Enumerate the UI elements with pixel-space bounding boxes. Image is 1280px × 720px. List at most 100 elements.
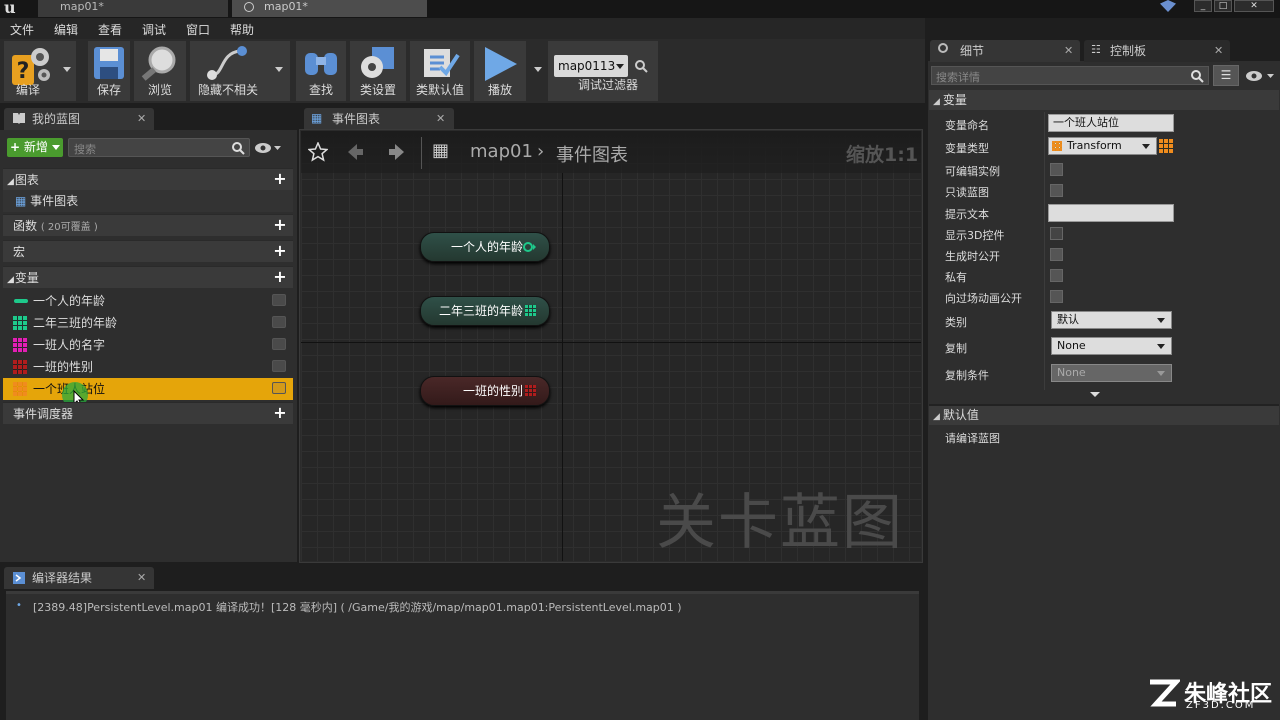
menu-bar — [0, 18, 925, 39]
add-variable-icon[interactable]: + — [273, 269, 287, 285]
menu-file[interactable]: 文件 — [10, 21, 34, 38]
variable-row[interactable]: 二年三班的年龄 — [3, 312, 293, 334]
play-button[interactable]: 播放 — [474, 41, 526, 101]
container-type-icon[interactable] — [1159, 139, 1173, 153]
forward-arrow-icon[interactable] — [387, 142, 407, 162]
chevron-down-icon — [616, 64, 624, 69]
visibility-eye-icon[interactable] — [272, 382, 286, 394]
add-macro-icon[interactable]: + — [273, 243, 287, 259]
save-button[interactable]: 保存 — [88, 41, 130, 101]
breadcrumb-root[interactable]: map01 — [470, 141, 533, 162]
close-tab-icon[interactable]: ✕ — [436, 112, 445, 125]
close-tab-icon[interactable]: ✕ — [137, 112, 146, 125]
section-functions[interactable]: 函数 ( 20可覆盖 ) — [3, 214, 293, 236]
document-tab-2[interactable]: map01* — [232, 0, 427, 17]
readonly-checkbox[interactable] — [1050, 184, 1063, 197]
logo-subtext: ZF3D.COM — [1186, 700, 1256, 711]
variable-node-label: 一班的性别 — [462, 384, 523, 398]
section-variable-header[interactable]: ◢ 变量 — [929, 90, 1279, 110]
book-icon — [13, 113, 25, 124]
graph-axis-horizontal — [301, 342, 921, 343]
section-macros[interactable]: 宏 — [3, 240, 293, 262]
section-default-header[interactable]: ◢ 默认值 — [929, 404, 1279, 425]
debug-object-select[interactable]: map0113 — [554, 55, 628, 77]
hide-unrelated-dropdown-icon[interactable] — [275, 67, 283, 72]
expose-spawn-checkbox[interactable] — [1050, 248, 1063, 261]
tab-details[interactable]: 细节 — [930, 40, 1080, 62]
menu-window[interactable]: 窗口 — [186, 21, 210, 38]
maximize-button[interactable]: □ — [1214, 0, 1232, 12]
show3d-label: 显示3D控件 — [945, 229, 1005, 242]
var-type-label: 变量类型 — [945, 142, 989, 155]
tab-event-graph[interactable]: 事件图表 — [304, 108, 454, 130]
replication-select[interactable]: None — [1051, 337, 1172, 355]
private-checkbox[interactable] — [1050, 269, 1063, 282]
back-arrow-icon[interactable] — [345, 142, 365, 162]
tab-my-blueprint[interactable]: 我的蓝图 — [4, 108, 154, 130]
details-search-input[interactable]: 搜索详情 — [931, 66, 1209, 85]
add-event-dispatcher-icon[interactable]: + — [273, 405, 287, 421]
var-type-select[interactable]: Transform — [1048, 137, 1157, 155]
section-variables[interactable]: ◢变量 — [3, 266, 293, 288]
array-pin-icon[interactable] — [525, 305, 536, 316]
variable-name: 一个人的年龄 — [33, 294, 106, 308]
chevron-down-icon — [1157, 371, 1165, 376]
list-item-event-graph[interactable]: ▦ 事件图表 — [3, 190, 293, 212]
visibility-eye-icon[interactable] — [272, 294, 286, 306]
visibility-eye-icon[interactable] — [272, 316, 286, 328]
tab-palette[interactable]: 控制板 — [1084, 40, 1230, 62]
bullet-icon: • — [16, 600, 22, 611]
menu-edit[interactable]: 编辑 — [54, 21, 78, 38]
close-tab-icon[interactable]: ✕ — [1214, 44, 1223, 57]
show3d-checkbox[interactable] — [1050, 227, 1063, 240]
close-tab-icon[interactable]: ✕ — [1064, 44, 1073, 57]
float-pin-icon[interactable] — [522, 241, 536, 253]
variable-row-selected[interactable]: 一个班人站位 — [3, 378, 293, 400]
add-function-icon[interactable]: + — [273, 217, 287, 233]
visibility-eye-icon[interactable] — [272, 360, 286, 372]
eye-icon[interactable] — [1244, 70, 1276, 82]
minimize-button[interactable]: _ — [1194, 0, 1212, 12]
search-input[interactable]: 搜索 — [68, 138, 250, 157]
variable-row[interactable]: 一班人的名字 — [3, 334, 293, 356]
menu-help[interactable]: 帮助 — [230, 21, 254, 38]
expose-cinematic-checkbox[interactable] — [1050, 290, 1063, 303]
eye-icon[interactable] — [254, 142, 282, 154]
graph-icon: ▦ — [311, 111, 323, 125]
advanced-expand-icon[interactable] — [1089, 391, 1101, 399]
add-new-button[interactable]: + 新增 — [7, 138, 63, 157]
visibility-eye-icon[interactable] — [272, 338, 286, 350]
variable-row[interactable]: 一班的性别 — [3, 356, 293, 378]
category-select[interactable]: 默认 — [1051, 311, 1172, 329]
var-name-input[interactable]: 一个班人站位 — [1048, 114, 1174, 132]
details-icon — [938, 43, 948, 53]
compile-dropdown-icon[interactable] — [63, 67, 71, 72]
plus-icon: + — [10, 140, 21, 154]
menu-debug[interactable]: 调试 — [142, 21, 166, 38]
section-graphs[interactable]: ◢图表 — [3, 168, 293, 190]
section-functions-label: 函数 — [13, 219, 38, 233]
close-tab-icon[interactable]: ✕ — [137, 571, 146, 584]
array-pin-icon[interactable] — [525, 385, 536, 396]
add-graph-icon[interactable]: + — [273, 171, 287, 187]
browse-button[interactable]: 浏览 — [134, 41, 186, 101]
property-matrix-icon[interactable]: ☰ — [1213, 65, 1239, 86]
array-type-icon — [13, 360, 27, 374]
editable-checkbox[interactable] — [1050, 163, 1063, 176]
expose-cinematic-label: 向过场动画公开 — [945, 292, 1022, 305]
variable-row[interactable]: 一个人的年龄 — [3, 290, 293, 312]
menu-view[interactable]: 查看 — [98, 21, 122, 38]
tooltip-input[interactable] — [1048, 204, 1174, 222]
section-event-dispatchers[interactable]: 事件调度器 — [3, 402, 293, 424]
class-defaults-button[interactable]: 类默认值 — [410, 41, 470, 101]
search-icon[interactable] — [634, 59, 648, 73]
star-icon[interactable] — [308, 142, 328, 162]
replication-value: None — [1057, 339, 1086, 352]
tab-palette-label: 控制板 — [1110, 44, 1147, 58]
tab-compiler-results[interactable]: 编译器结果 — [4, 567, 154, 589]
find-button[interactable]: 查找 — [296, 41, 346, 101]
class-settings-button[interactable]: 类设置 — [350, 41, 406, 101]
close-window-button[interactable]: ✕ — [1234, 0, 1274, 12]
document-tab-1[interactable]: map01* — [38, 0, 228, 17]
play-dropdown-icon[interactable] — [534, 67, 542, 72]
